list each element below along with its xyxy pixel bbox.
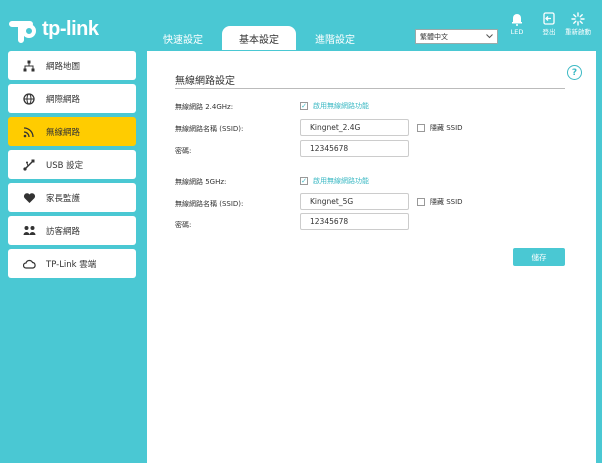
tab-basic[interactable]: 基本設定 xyxy=(222,26,296,50)
page-title: 無線網路設定 xyxy=(175,76,235,87)
band5-ssid-input[interactable]: Kingnet_5G xyxy=(300,193,409,210)
checkmark-icon: ✓ xyxy=(300,102,308,110)
led-label: LED xyxy=(510,28,524,36)
sidebar-item-usb[interactable]: USB 設定 xyxy=(8,150,136,179)
sidebar-item-label: 家長監護 xyxy=(46,193,81,204)
sidebar-item-label: 無線網路 xyxy=(46,127,81,138)
save-button[interactable]: 儲存 xyxy=(513,248,565,266)
heart-icon xyxy=(22,191,36,205)
globe-icon xyxy=(22,92,36,106)
band5-label: 無線網路 5GHz: xyxy=(175,178,227,186)
brand-logo: tp-link xyxy=(8,14,99,44)
band24-hide-label: 隱藏 SSID xyxy=(430,124,463,132)
band24-password-label: 密碼: xyxy=(175,147,192,155)
network-map-icon xyxy=(22,59,36,73)
band24-hide-ssid-checkbox[interactable]: 隱藏 SSID xyxy=(417,123,463,133)
sidebar-item-guest[interactable]: 訪客網路 xyxy=(8,216,136,245)
reboot-label: 重新啟動 xyxy=(565,28,591,36)
logout-button[interactable]: 登出 xyxy=(535,12,563,36)
band5-password-input[interactable]: 12345678 xyxy=(300,213,409,230)
band24-ssid-input[interactable]: Kingnet_2.4G xyxy=(300,119,409,136)
brand-name: tp-link xyxy=(42,17,99,40)
band24-enable-label: 啟用無線網路功能 xyxy=(313,102,369,110)
band5-hide-label: 隱藏 SSID xyxy=(430,198,463,206)
reboot-icon xyxy=(571,12,585,26)
band24-label: 無線網路 2.4GHz: xyxy=(175,103,234,111)
title-divider xyxy=(175,88,565,89)
band24-ssid-label: 無線網路名稱 (SSID): xyxy=(175,125,244,133)
band5-enable-label: 啟用無線網路功能 xyxy=(313,177,369,185)
sidebar-item-internet[interactable]: 網際網路 xyxy=(8,84,136,113)
help-icon[interactable]: ? xyxy=(567,65,582,80)
sidebar-item-label: USB 設定 xyxy=(46,160,84,171)
reboot-button[interactable]: 重新啟動 xyxy=(565,12,591,36)
band5-ssid-label: 無線網路名稱 (SSID): xyxy=(175,200,244,208)
led-button[interactable]: LED xyxy=(503,12,531,36)
sidebar-item-cloud[interactable]: TP-Link 雲端 xyxy=(8,249,136,278)
usb-icon xyxy=(22,158,36,172)
logout-icon xyxy=(543,12,555,25)
tp-link-logo-icon xyxy=(8,14,38,44)
language-selected: 繁體中文 xyxy=(420,32,448,41)
chevron-down-icon xyxy=(486,33,493,41)
sidebar-item-label: 訪客網路 xyxy=(46,226,81,237)
sidebar-item-label: 網路地圖 xyxy=(46,61,81,72)
tab-quick-setup[interactable]: 快速設定 xyxy=(148,26,218,50)
band5-hide-ssid-checkbox[interactable]: 隱藏 SSID xyxy=(417,197,463,207)
checkmark-icon: ✓ xyxy=(300,177,308,185)
bell-icon xyxy=(512,14,522,26)
sidebar: 網路地圖 網際網路 無線網路 USB 設定 家長監護 訪客網路 TP-Link … xyxy=(8,51,136,282)
main-panel: 無線網路設定 ? 無線網路 2.4GHz: ✓ 啟用無線網路功能 無線網路名稱 … xyxy=(147,51,596,463)
top-tabs: 快速設定 基本設定 進階設定 xyxy=(148,26,374,50)
tab-advanced[interactable]: 進階設定 xyxy=(300,26,370,50)
wifi-icon xyxy=(22,125,36,139)
sidebar-item-label: 網際網路 xyxy=(46,94,81,105)
sidebar-item-parental[interactable]: 家長監護 xyxy=(8,183,136,212)
band5-password-label: 密碼: xyxy=(175,221,192,229)
cloud-icon xyxy=(22,257,36,271)
logout-label: 登出 xyxy=(542,28,556,36)
sidebar-item-network-map[interactable]: 網路地圖 xyxy=(8,51,136,80)
band24-password-input[interactable]: 12345678 xyxy=(300,140,409,157)
language-select[interactable]: 繁體中文 xyxy=(415,29,498,44)
sidebar-item-label: TP-Link 雲端 xyxy=(46,259,97,270)
guest-icon xyxy=(22,224,36,238)
sidebar-item-wireless[interactable]: 無線網路 xyxy=(8,117,136,146)
band5-enable-checkbox[interactable]: ✓ 啟用無線網路功能 xyxy=(300,176,369,186)
band24-enable-checkbox[interactable]: ✓ 啟用無線網路功能 xyxy=(300,101,369,111)
